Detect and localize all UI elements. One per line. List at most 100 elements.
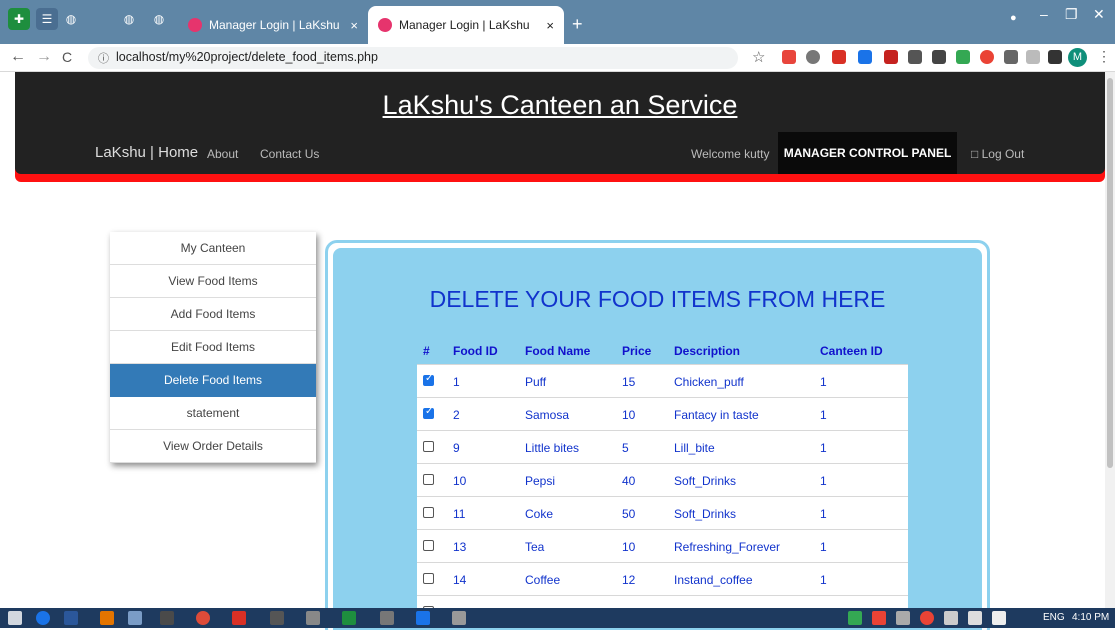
- folder-icon[interactable]: [128, 611, 142, 625]
- scrollbar-thumb[interactable]: [1107, 78, 1113, 468]
- pinned-tab-globe-icon[interactable]: ◍: [148, 8, 170, 30]
- logout-link[interactable]: □ Log Out: [971, 147, 1024, 161]
- page-scrollbar[interactable]: [1105, 72, 1115, 608]
- column-header: Canteen ID: [820, 344, 883, 358]
- new-tab-button[interactable]: +: [572, 14, 583, 35]
- site-title[interactable]: LaKshu's Canteen an Service: [15, 90, 1105, 121]
- extensions-puzzle-icon[interactable]: [1048, 50, 1062, 64]
- brand-home-link[interactable]: LaKshu | Home: [95, 144, 198, 161]
- description-cell: Soft_Drinks: [674, 507, 737, 521]
- table-header: # Food ID Food Name Price Description Ca…: [417, 336, 908, 364]
- tray-icon[interactable]: [896, 611, 910, 625]
- taskbar-app-icon[interactable]: [380, 611, 394, 625]
- tray-icon[interactable]: [848, 611, 862, 625]
- extension-icon[interactable]: [884, 50, 898, 64]
- canteen-id-cell: 1: [820, 540, 827, 554]
- url-text: localhost/my%20project/delete_food_items…: [116, 50, 378, 64]
- extension-icon[interactable]: [806, 50, 820, 64]
- sidebar-item-edit-food-items[interactable]: Edit Food Items: [110, 331, 316, 364]
- sidebar-item-add-food-items[interactable]: Add Food Items: [110, 298, 316, 331]
- manager-control-panel-link[interactable]: MANAGER CONTROL PANEL: [778, 132, 957, 174]
- row-select-checkbox[interactable]: [423, 373, 434, 386]
- word-icon[interactable]: [64, 611, 78, 625]
- description-cell: Refreshing_Forever: [674, 540, 781, 554]
- delete-panel-body: DELETE YOUR FOOD ITEMS FROM HERE # Food …: [333, 248, 982, 630]
- pinned-tab-forms-icon[interactable]: ☰: [36, 8, 58, 30]
- row-select-checkbox[interactable]: [423, 441, 434, 452]
- extension-icon[interactable]: [956, 50, 970, 64]
- tab-close-icon[interactable]: ×: [350, 18, 358, 33]
- sidebar-item-my-canteen[interactable]: My Canteen: [110, 232, 316, 265]
- profile-avatar[interactable]: M: [1068, 48, 1087, 67]
- volume-icon[interactable]: [992, 611, 1006, 625]
- minimize-button[interactable]: –: [1040, 6, 1048, 22]
- extension-icon[interactable]: [782, 50, 796, 64]
- column-header: Description: [674, 344, 741, 358]
- bookmark-star-icon[interactable]: ☆: [752, 48, 765, 66]
- food-name-cell: Coke: [525, 507, 554, 521]
- price-cell: 5: [622, 441, 629, 455]
- pinned-tab-sheets-icon[interactable]: ✚: [8, 8, 30, 30]
- food-id-cell: 11: [453, 507, 466, 521]
- taskbar-app-icon[interactable]: [232, 611, 246, 625]
- canteen-id-cell: 1: [820, 474, 827, 488]
- extension-icon[interactable]: [932, 50, 946, 64]
- address-toolbar: ← → C ⓘ localhost/my%20project/delete_fo…: [0, 44, 1115, 72]
- sidebar-item-statement[interactable]: statement: [110, 397, 316, 430]
- description-cell: Instand_coffee: [674, 573, 753, 587]
- maximize-button[interactable]: ❐: [1065, 6, 1078, 23]
- site-info-icon[interactable]: ⓘ: [98, 50, 109, 66]
- tab-close-icon[interactable]: ×: [546, 18, 554, 33]
- sidebar-item-view-order-details[interactable]: View Order Details: [110, 430, 316, 463]
- delete-panel: DELETE YOUR FOOD ITEMS FROM HERE # Food …: [325, 240, 990, 630]
- language-indicator[interactable]: ENG: [1043, 612, 1065, 623]
- extension-icon[interactable]: [908, 50, 922, 64]
- sidebar-item-delete-food-items[interactable]: Delete Food Items: [110, 364, 316, 397]
- food-name-cell: Puff: [525, 375, 547, 389]
- tray-icon[interactable]: [944, 611, 958, 625]
- taskbar-app-icon[interactable]: [306, 611, 320, 625]
- row-select-checkbox[interactable]: [423, 573, 434, 584]
- pinned-tab-globe-icon[interactable]: ◍: [60, 8, 82, 30]
- extension-icon[interactable]: [1026, 50, 1040, 64]
- nav-about-link[interactable]: About: [207, 147, 238, 161]
- forward-button[interactable]: →: [36, 48, 52, 66]
- pinned-tab-globe-icon[interactable]: ◍: [118, 8, 140, 30]
- chrome-icon[interactable]: [196, 611, 210, 625]
- extension-icon[interactable]: [832, 50, 846, 64]
- row-select-checkbox[interactable]: [423, 406, 434, 419]
- row-select-checkbox[interactable]: [423, 474, 434, 485]
- tray-icon[interactable]: [872, 611, 886, 625]
- table-row: 9 Little bites 5 Lill_bite 1: [417, 430, 908, 463]
- taskbar-app-icon[interactable]: [160, 611, 174, 625]
- canteen-id-cell: 1: [820, 573, 827, 587]
- food-id-cell: 2: [453, 408, 460, 422]
- browser-tab-active[interactable]: Manager Login | LaKshu ×: [368, 6, 564, 44]
- row-select-checkbox[interactable]: [423, 507, 434, 518]
- browser-tab[interactable]: Manager Login | LaKshu ×: [178, 6, 368, 44]
- extension-icon[interactable]: [980, 50, 994, 64]
- reload-button[interactable]: C: [62, 49, 72, 65]
- logout-icon: □: [971, 147, 979, 161]
- clock[interactable]: 4:10 PM: [1072, 612, 1109, 623]
- vlc-icon[interactable]: [100, 611, 114, 625]
- window-close-button[interactable]: ✕: [1093, 6, 1105, 23]
- url-bar[interactable]: ⓘ localhost/my%20project/delete_food_ite…: [88, 47, 738, 69]
- taskbar-app-icon[interactable]: [270, 611, 284, 625]
- nav-contact-link[interactable]: Contact Us: [260, 147, 319, 161]
- network-icon[interactable]: [968, 611, 982, 625]
- row-select-checkbox[interactable]: [423, 540, 434, 551]
- extension-icon[interactable]: [858, 50, 872, 64]
- browser-menu-icon[interactable]: ⋮: [1097, 48, 1111, 65]
- column-header: Price: [622, 344, 652, 358]
- tray-icon[interactable]: [920, 611, 934, 625]
- taskbar-app-icon[interactable]: [342, 611, 356, 625]
- start-button-icon[interactable]: [8, 611, 22, 625]
- sidebar-item-view-food-items[interactable]: View Food Items: [110, 265, 316, 298]
- edge-icon[interactable]: [36, 611, 50, 625]
- extension-icon[interactable]: [1004, 50, 1018, 64]
- taskbar-app-icon[interactable]: [416, 611, 430, 625]
- taskbar-app-icon[interactable]: [452, 611, 466, 625]
- profile-dot-icon[interactable]: ●: [1010, 12, 1017, 24]
- back-button[interactable]: ←: [10, 48, 26, 66]
